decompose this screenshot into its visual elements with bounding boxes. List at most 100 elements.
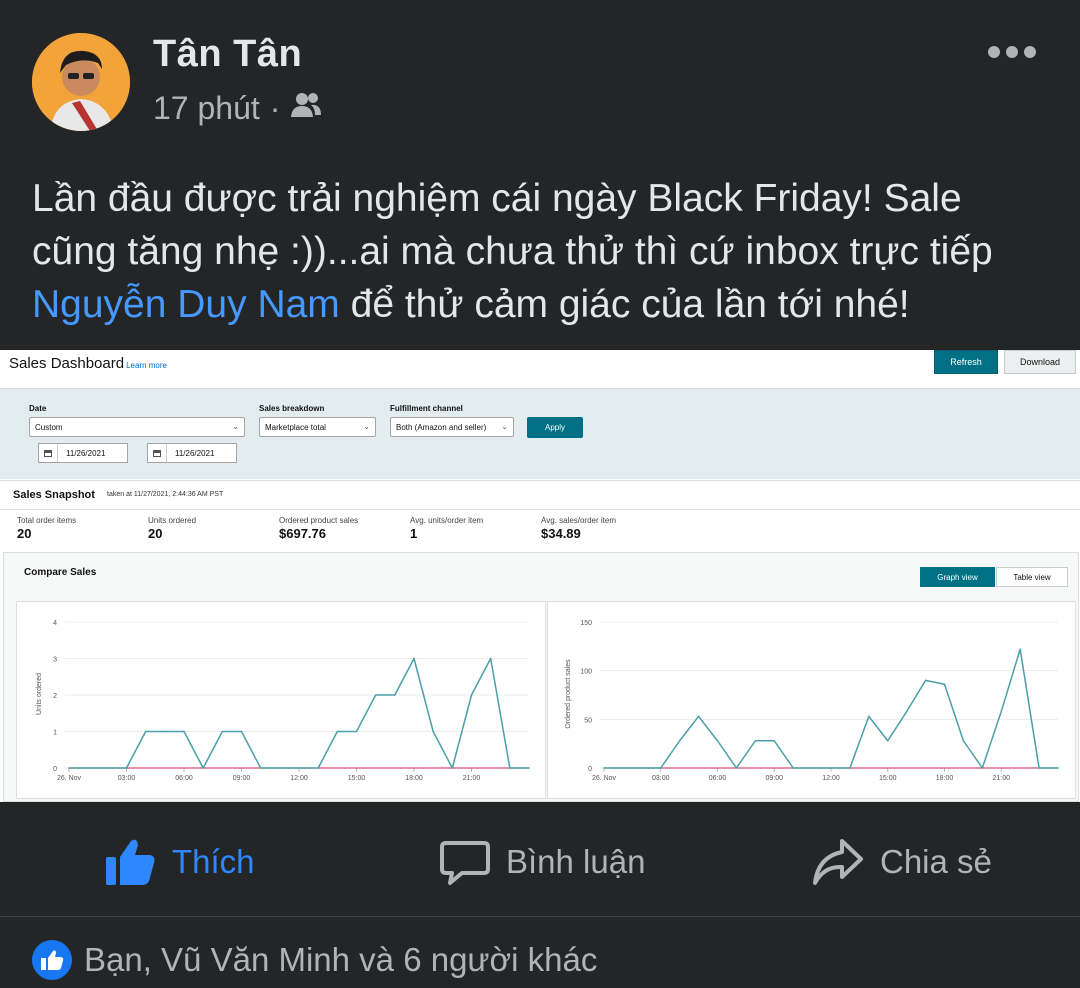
more-options-icon[interactable]: [986, 38, 1038, 66]
data-point: [509, 767, 511, 769]
comment-label: Bình luận: [506, 843, 646, 880]
post-text-line-3-rest: để thử cảm giác của lần tới nhé!: [339, 283, 910, 326]
data-point: [202, 767, 204, 769]
y-tick-label: 0: [588, 766, 592, 773]
data-point: [603, 767, 605, 769]
x-tick-label: 06:00: [709, 775, 727, 782]
y-tick-label: 50: [584, 717, 592, 724]
y-tick-label: 4: [53, 620, 57, 627]
data-point: [641, 767, 643, 769]
post-text-line-3: Nguyễn Duy Nam để thử cảm giác của lần t…: [32, 278, 1062, 331]
data-point: [298, 767, 300, 769]
x-tick-label: 12:00: [822, 775, 840, 782]
chevron-down-icon: ⌄: [501, 422, 508, 431]
download-button: Download: [1004, 350, 1076, 374]
y-tick-label: 0: [53, 766, 57, 773]
x-tick-label: 15:00: [348, 775, 366, 782]
data-point: [470, 694, 473, 696]
x-tick-label: 09:00: [765, 775, 783, 782]
data-point: [943, 683, 946, 686]
units-ordered-chart-svg: 0 1 2 3 4 26. Nov 03:00 06:00 09:00 12:00 15:00 18:…: [36, 620, 530, 782]
mention-link[interactable]: Nguyễn Duy Nam: [32, 283, 340, 326]
breakdown-label: Sales breakdown: [259, 404, 325, 413]
data-point: [336, 730, 339, 733]
author-avatar[interactable]: [32, 33, 130, 131]
date-select: Custom ⌄: [29, 417, 245, 437]
share-arrow-icon: [813, 839, 863, 885]
data-point: [87, 767, 89, 769]
x-tick-label: 21:00: [463, 775, 481, 782]
attached-screenshot[interactable]: Sales Dashboard Learn more Refresh Downlo…: [0, 350, 1080, 802]
data-point: [355, 730, 358, 733]
data-point: [279, 767, 281, 769]
data-point: [792, 767, 794, 769]
data-point: [981, 767, 984, 769]
x-tick-label: 03:00: [118, 775, 136, 782]
y-tick-label: 100: [580, 669, 592, 676]
data-point: [221, 730, 224, 733]
series-line: [69, 657, 529, 769]
data-point: [259, 767, 262, 769]
end-date-field: 11/26/2021: [147, 443, 237, 463]
data-point: [962, 739, 965, 742]
data-point: [1000, 710, 1003, 713]
data-point: [735, 767, 738, 769]
metric-ordered-product-sales: Ordered product sales $697.76: [279, 516, 359, 541]
data-point: [183, 730, 185, 733]
data-point: [716, 739, 719, 742]
data-point: [164, 730, 166, 733]
data-point: [413, 657, 415, 660]
learn-more-link: Learn more: [126, 361, 167, 370]
reactions-summary[interactable]: Bạn, Vũ Văn Minh và 6 người khác: [32, 940, 597, 980]
data-point: [317, 767, 319, 769]
y-axis-label: Units ordered: [36, 673, 43, 715]
share-button[interactable]: Chia sẻ: [812, 834, 992, 890]
y-tick-label: 2: [53, 693, 57, 700]
data-point: [754, 739, 757, 742]
data-point: [830, 767, 832, 769]
friends-audience-icon[interactable]: [290, 90, 322, 127]
data-point: [697, 715, 700, 718]
snapshot-header: Sales Snapshot taken at 11/27/2021, 2:44…: [0, 480, 1080, 510]
reactions-text: Bạn, Vũ Văn Minh và 6 người khác: [84, 941, 598, 978]
data-point: [1057, 767, 1059, 769]
like-button[interactable]: Thích: [104, 834, 255, 890]
x-tick-label: 03:00: [652, 775, 670, 782]
post-time[interactable]: 17 phút: [153, 90, 260, 127]
snapshot-time: taken at 11/27/2021, 2:44:36 AM PST: [107, 491, 224, 498]
y-tick-label: 3: [53, 657, 57, 664]
author-name[interactable]: Tân Tân: [153, 33, 302, 76]
graph-view-button: Graph view: [920, 567, 995, 587]
share-label: Chia sẻ: [880, 843, 992, 880]
comment-button[interactable]: Bình luận: [440, 834, 645, 890]
data-point: [451, 767, 454, 769]
post-actions: Thích Bình luận Chia sẻ: [0, 802, 1080, 917]
y-axis-label: Ordered product sales: [565, 659, 572, 729]
data-point: [144, 730, 147, 733]
y-tick-label: 150: [580, 620, 592, 627]
post-text: Lần đầu được trải nghiệm cái ngày Black …: [32, 172, 1062, 331]
compare-sales-panel: Compare Sales Graph view Table view 0 1 2 3…: [3, 552, 1079, 802]
data-point: [106, 767, 109, 769]
meta-separator: ·: [269, 90, 281, 126]
chevron-down-icon: ⌄: [363, 422, 370, 431]
x-tick-label: 12:00: [290, 775, 308, 782]
refresh-button: Refresh: [934, 350, 998, 374]
compare-sales-title: Compare Sales: [24, 567, 97, 578]
like-label: Thích: [172, 843, 255, 880]
date-filter-label: Date: [29, 404, 47, 413]
start-date-field: 11/26/2021: [38, 443, 128, 463]
x-tick-label: 18:00: [936, 775, 954, 782]
product-sales-chart: 0 50 100 150 26. Nov 03:00 06:00 09:00 12:00 15:0…: [547, 601, 1076, 799]
metric-units-ordered: Units ordered 20: [148, 516, 197, 541]
x-tick-label: 18:00: [405, 775, 423, 782]
data-point: [68, 767, 70, 769]
x-tick-label: 26. Nov: [592, 775, 617, 782]
data-point: [1019, 648, 1021, 651]
post-meta: 17 phút ·: [153, 90, 322, 127]
filter-panel: Date Custom ⌄ Sales breakdown Marketplace…: [0, 388, 1080, 479]
metric-total-order-items: Total order items 20: [17, 516, 77, 541]
data-point: [886, 739, 889, 742]
snapshot-title: Sales Snapshot: [13, 489, 95, 501]
apply-button: Apply: [527, 417, 583, 438]
